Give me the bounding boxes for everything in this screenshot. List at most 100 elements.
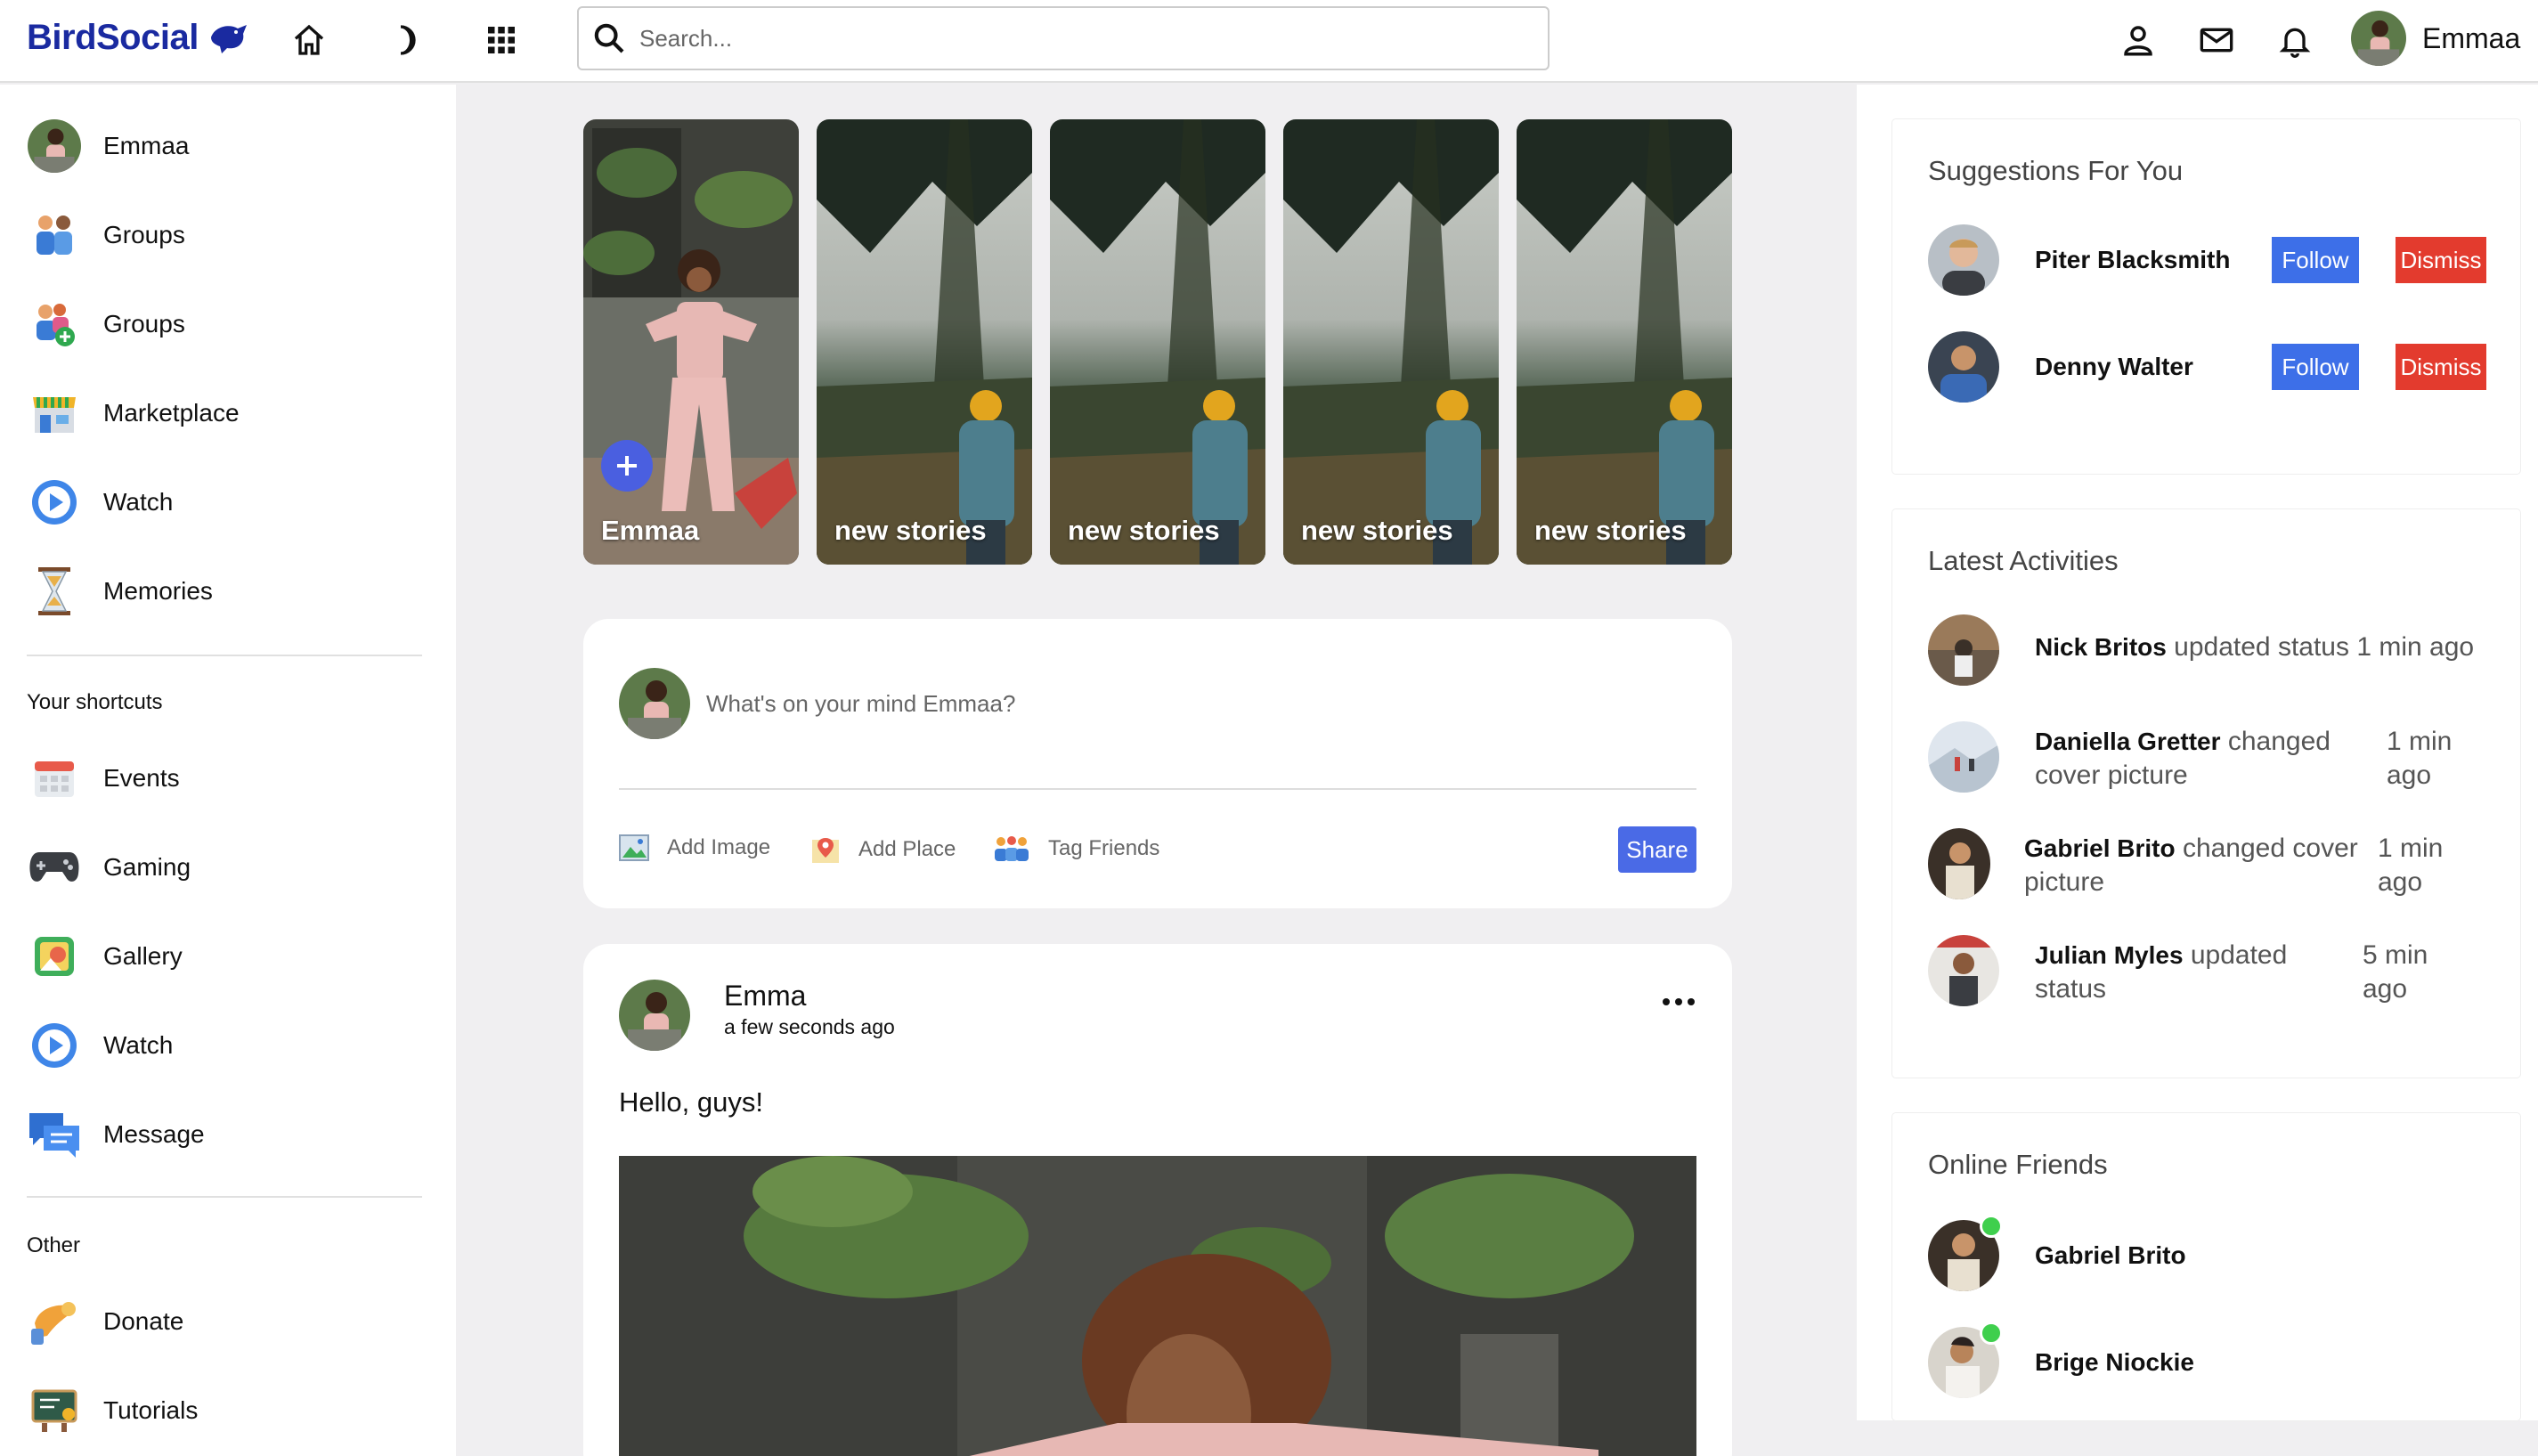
avatar	[28, 119, 81, 173]
bird-logo-icon	[210, 24, 247, 53]
activity-time: 1 min ago	[2387, 727, 2453, 790]
tag-friends-button[interactable]: Tag Friends	[993, 834, 1159, 863]
avatar[interactable]	[1928, 721, 1999, 793]
avatar[interactable]	[1928, 224, 1999, 296]
search-bar	[577, 6, 1550, 70]
activity-user[interactable]: Gabriel Brito	[2024, 834, 2176, 862]
search-input[interactable]	[639, 24, 1441, 53]
suggestions-title: Suggestions For You	[1928, 155, 2184, 186]
calendar-icon	[25, 749, 84, 808]
sidebar-item-label: Emmaa	[103, 132, 190, 159]
online-friend-row[interactable]: Brige Niockie	[1928, 1322, 2194, 1400]
avatar[interactable]	[619, 980, 690, 1051]
play-icon	[25, 1016, 84, 1075]
story-image	[583, 119, 799, 565]
shortcuts-heading: Your shortcuts	[27, 690, 163, 714]
more-options-icon[interactable]	[1652, 988, 1705, 1015]
story-card-own[interactable]: Emmaa	[583, 119, 799, 565]
divider	[619, 788, 1696, 790]
sidebar-item-watch[interactable]: Watch	[25, 473, 173, 532]
activity-action: updated status	[2174, 632, 2349, 662]
online-status-dot	[1980, 1215, 2003, 1238]
suggestion-name[interactable]: Denny Walter	[2035, 353, 2193, 381]
sidebar-item-label: Message	[103, 1120, 205, 1148]
message-icon	[25, 1105, 84, 1164]
avatar[interactable]	[1928, 614, 1999, 686]
story-label: Emmaa	[601, 515, 700, 546]
gamepad-icon	[25, 838, 84, 897]
story-card[interactable]: new stories	[817, 119, 1032, 565]
follow-button[interactable]: Follow	[2272, 344, 2359, 390]
sidebar-item-events[interactable]: Events	[25, 749, 180, 808]
top-user-menu[interactable]: Emmaa	[2351, 11, 2520, 66]
post-card: Emma a few seconds ago Hello, guys!	[583, 944, 1732, 1456]
composer-input[interactable]: What's on your mind Emmaa?	[706, 690, 1015, 718]
activity-user[interactable]: Daniella Gretter	[2035, 728, 2221, 755]
add-image-button[interactable]: Add Image	[619, 834, 770, 861]
left-sidebar: Emmaa Groups Groups Marketplace Watch Me…	[0, 85, 456, 1456]
logo[interactable]: BirdSocial	[27, 18, 250, 58]
story-card[interactable]: new stories	[1283, 119, 1499, 565]
activity-row: Gabriel Brito changed cover picture 1 mi…	[1928, 828, 2507, 903]
top-user-name: Emmaa	[2422, 21, 2521, 54]
home-icon[interactable]	[287, 18, 331, 62]
dismiss-button[interactable]: Dismiss	[2396, 344, 2486, 390]
add-place-button[interactable]: Add Place	[810, 834, 956, 865]
activity-row: Daniella Gretter changed cover picture 1…	[1928, 721, 2507, 796]
avatar	[619, 668, 690, 739]
avatar[interactable]	[1928, 331, 1999, 403]
story-image	[1050, 119, 1265, 565]
friend-name: Gabriel Brito	[2035, 1241, 2186, 1269]
friends-icon	[25, 206, 84, 264]
sidebar-item-message[interactable]: Message	[25, 1105, 205, 1164]
online-friend-row[interactable]: Gabriel Brito	[1928, 1215, 2186, 1293]
other-heading: Other	[27, 1233, 81, 1257]
add-story-button[interactable]	[601, 440, 653, 492]
post-timestamp: a few seconds ago	[724, 1015, 895, 1038]
post-author[interactable]: Emma	[724, 980, 806, 1013]
tutorials-icon	[25, 1381, 84, 1440]
friends-icon	[995, 836, 1029, 861]
story-card[interactable]: new stories	[1050, 119, 1265, 565]
friend-name: Brige Niockie	[2035, 1348, 2194, 1376]
sidebar-item-label: Gallery	[103, 942, 183, 970]
sidebar-item-memories[interactable]: Memories	[25, 562, 213, 621]
avatar	[2351, 11, 2406, 66]
activity-row: Julian Myles updated status 5 min ago	[1928, 935, 2507, 1010]
follow-button[interactable]: Follow	[2272, 237, 2359, 283]
sidebar-item-groups[interactable]: Groups	[25, 206, 185, 264]
sidebar-item-watch-2[interactable]: Watch	[25, 1016, 173, 1075]
store-icon	[25, 384, 84, 443]
sidebar-item-donate[interactable]: Donate	[25, 1292, 183, 1351]
profile-icon[interactable]	[2116, 18, 2160, 62]
dark-mode-icon[interactable]	[383, 18, 427, 62]
activity-user[interactable]: Julian Myles	[2035, 941, 2184, 969]
sidebar-item-gaming[interactable]: Gaming	[25, 838, 191, 897]
apps-grid-icon[interactable]	[479, 18, 524, 62]
post-image	[619, 1156, 1696, 1456]
suggestion-name[interactable]: Piter Blacksmith	[2035, 246, 2230, 274]
dismiss-button[interactable]: Dismiss	[2396, 237, 2486, 283]
avatar[interactable]	[1928, 935, 1999, 1006]
avatar[interactable]	[1928, 828, 1990, 899]
divider	[27, 655, 422, 656]
suggestion-row: Piter Blacksmith Follow Dismiss	[1928, 224, 2498, 297]
sidebar-item-marketplace[interactable]: Marketplace	[25, 384, 240, 443]
sidebar-item-label: Groups	[103, 310, 185, 338]
story-label: new stories	[1534, 515, 1687, 546]
mail-icon[interactable]	[2194, 18, 2239, 62]
activity-user[interactable]: Nick Britos	[2035, 633, 2167, 661]
play-icon	[25, 473, 84, 532]
share-button[interactable]: Share	[1618, 826, 1696, 873]
sidebar-item-gallery[interactable]: Gallery	[25, 927, 183, 986]
story-image	[1517, 119, 1732, 565]
story-card[interactable]: new stories	[1517, 119, 1732, 565]
sidebar-item-groups-add[interactable]: Groups	[25, 295, 185, 354]
activities-card: Latest Activities Nick Britos updated st…	[1892, 509, 2520, 1078]
sidebar-item-profile[interactable]: Emmaa	[25, 117, 189, 175]
sidebar-item-label: Memories	[103, 577, 213, 605]
sidebar-item-tutorials[interactable]: Tutorials	[25, 1381, 198, 1440]
story-label: new stories	[1068, 515, 1220, 546]
story-image	[1283, 119, 1499, 565]
bell-icon[interactable]	[2273, 18, 2317, 62]
